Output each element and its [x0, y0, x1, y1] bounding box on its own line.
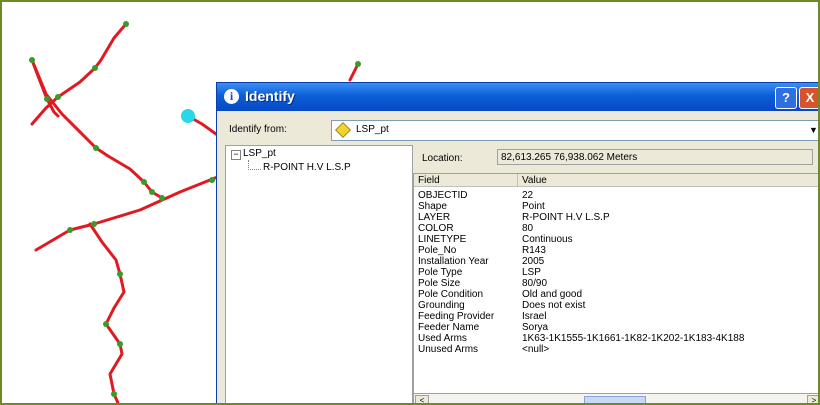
field-cell: Pole Condition: [418, 289, 484, 300]
map-vertex: [123, 21, 129, 27]
map-line-south: [88, 222, 126, 403]
map-vertex: [93, 145, 99, 151]
field-cell: OBJECTID: [418, 190, 468, 201]
value-cell: Old and good: [522, 289, 583, 300]
location-label: Location:: [422, 153, 463, 164]
field-cell: Unused Arms: [418, 344, 479, 355]
table-row[interactable]: COLOR 80: [414, 223, 818, 234]
dialog-titlebar[interactable]: i Identify ? X: [217, 83, 818, 111]
table-row[interactable]: Feeding Provider Israel: [414, 311, 818, 322]
field-cell: Pole Type: [418, 267, 463, 278]
table-row[interactable]: Feeder Name Sorya: [414, 322, 818, 333]
table-row[interactable]: Pole_No R143: [414, 245, 818, 256]
info-icon: i: [224, 89, 239, 104]
tree-layer-node[interactable]: LSP_pt: [243, 148, 276, 159]
map-vertex: [159, 195, 165, 201]
field-cell: LINETYPE: [418, 234, 467, 245]
map-vertex: [355, 61, 361, 67]
field-cell: Installation Year: [418, 256, 489, 267]
identify-from-label: Identify from:: [229, 124, 287, 135]
table-row[interactable]: LINETYPE Continuous: [414, 234, 818, 245]
help-button[interactable]: ?: [775, 87, 797, 109]
horizontal-scrollbar[interactable]: < >: [413, 393, 818, 403]
table-row[interactable]: Unused Arms <null>: [414, 344, 818, 355]
chevron-down-icon[interactable]: ▼: [809, 125, 818, 135]
layer-diamond-icon: [335, 122, 351, 138]
field-cell: Shape: [418, 201, 447, 212]
tree-feature-node[interactable]: R-POINT H.V L.S.P: [263, 162, 351, 173]
dialog-title: Identify: [245, 88, 295, 104]
map-line-main-east: [34, 174, 222, 252]
value-cell: R143: [522, 245, 546, 256]
screenshot-frame: i Identify ? X Identify from: LSP_pt ▼ −…: [0, 0, 820, 405]
value-cell: Continuous: [522, 234, 573, 245]
map-line-trunk: [30, 58, 164, 200]
table-row[interactable]: Installation Year 2005: [414, 256, 818, 267]
field-cell: Feeder Name: [418, 322, 480, 333]
close-button[interactable]: X: [799, 87, 818, 109]
table-row[interactable]: Pole Type LSP: [414, 267, 818, 278]
tree-connector: [248, 160, 261, 170]
map-line-north: [30, 22, 128, 126]
map-vertex: [141, 179, 147, 185]
collapse-icon[interactable]: −: [231, 150, 241, 160]
value-cell: Point: [522, 201, 545, 212]
map-vertex: [29, 57, 35, 63]
field-cell: Used Arms: [418, 333, 467, 344]
table-row[interactable]: Shape Point: [414, 201, 818, 212]
field-cell: Feeding Provider: [418, 311, 495, 322]
map-vertex: [67, 227, 73, 233]
table-row[interactable]: Pole Condition Old and good: [414, 289, 818, 300]
field-cell: Pole_No: [418, 245, 457, 256]
field-cell: COLOR: [418, 223, 454, 234]
map-vertex: [92, 65, 98, 71]
value-cell: 80: [522, 223, 534, 234]
map-vertex: [117, 271, 123, 277]
map-vertex: [117, 341, 123, 347]
column-header-field[interactable]: Field: [414, 174, 518, 187]
table-row[interactable]: Pole Size 80/90: [414, 278, 818, 289]
results-tree: − LSP_pt R-POINT H.V L.S.P: [225, 145, 413, 403]
value-cell: Sorya: [522, 322, 549, 333]
value-cell: Does not exist: [522, 300, 586, 311]
map-vertex: [209, 177, 215, 183]
value-cell: 1K63-1K1555-1K1661-1K82-1K202-1K183-4K18…: [522, 333, 745, 344]
value-cell: 2005: [522, 256, 545, 267]
map-vertex: [111, 391, 117, 397]
map-vertex: [103, 321, 109, 327]
value-cell: 22: [522, 190, 534, 201]
field-cell: Grounding: [418, 300, 465, 311]
table-row[interactable]: Used Arms 1K63-1K1555-1K1661-1K82-1K202-1…: [414, 333, 818, 344]
scroll-thumb[interactable]: [584, 396, 646, 403]
value-cell: 80/90: [522, 278, 548, 289]
value-cell: Israel: [522, 311, 547, 322]
location-value: 82,613.265 76,938.062 Meters: [497, 149, 813, 165]
identify-from-select[interactable]: LSP_pt: [331, 120, 818, 141]
column-header-value[interactable]: Value: [518, 174, 818, 187]
map-vertex: [55, 94, 61, 100]
table-row[interactable]: Grounding Does not exist: [414, 300, 818, 311]
value-cell: LSP: [522, 267, 541, 278]
map-vertex: [44, 96, 50, 102]
identify-dialog: i Identify ? X Identify from: LSP_pt ▼ −…: [216, 82, 818, 403]
scroll-left-button[interactable]: <: [415, 395, 429, 403]
identify-from-value: LSP_pt: [356, 124, 389, 135]
value-cell: <null>: [522, 344, 550, 355]
map-vertex: [149, 189, 155, 195]
table-row[interactable]: OBJECTID 22: [414, 190, 818, 201]
attribute-table: Field Value OBJECTID 22 Shape Point LAYER R-P…: [413, 173, 818, 403]
value-cell: R-POINT H.V L.S.P: [522, 212, 610, 223]
table-row[interactable]: LAYER R-POINT H.V L.S.P: [414, 212, 818, 223]
field-cell: Pole Size: [418, 278, 461, 289]
selected-point[interactable]: [181, 109, 195, 123]
map-vertex: [91, 221, 97, 227]
field-cell: LAYER: [418, 212, 451, 223]
scroll-right-button[interactable]: >: [807, 395, 818, 403]
